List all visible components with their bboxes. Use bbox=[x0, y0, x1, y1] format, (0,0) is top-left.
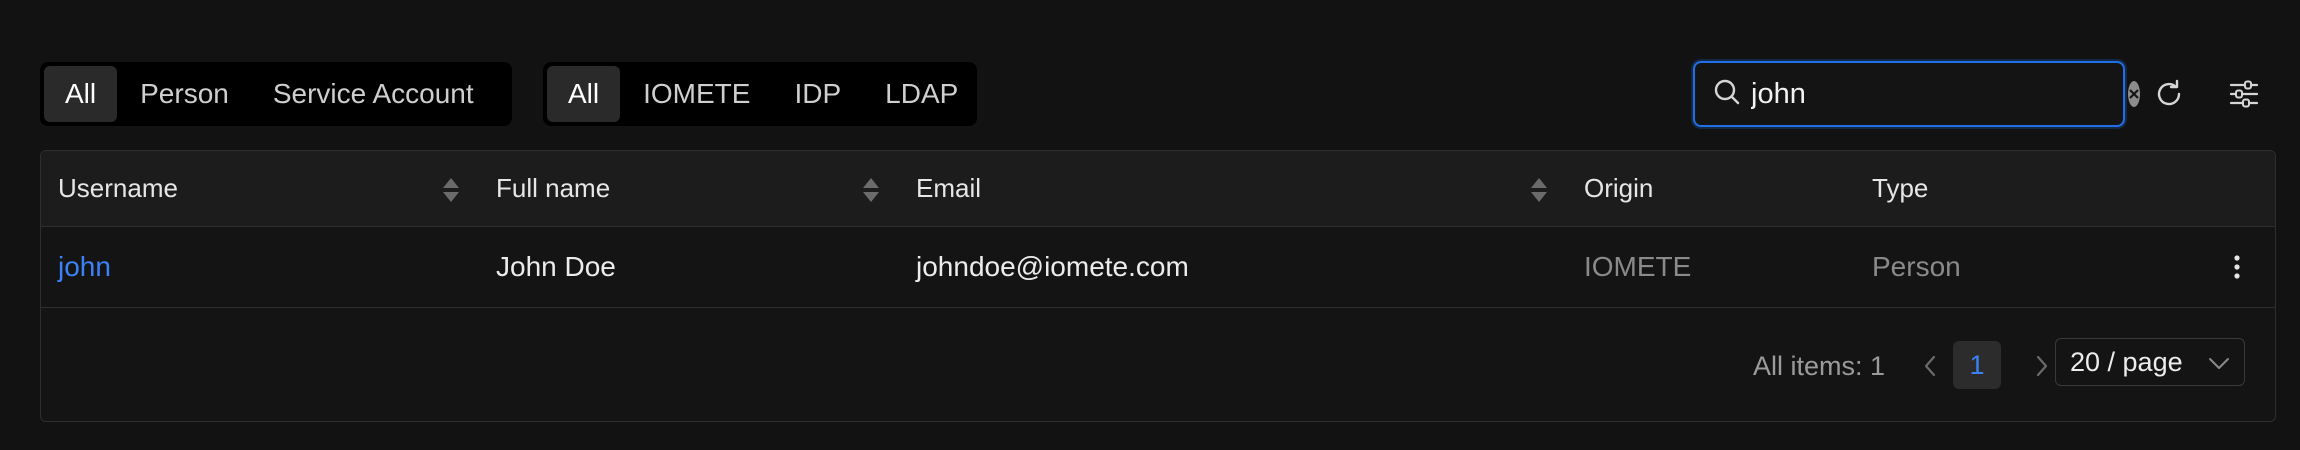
column-header-origin: Origin bbox=[1584, 173, 1654, 203]
total-items-label: All items: 1 bbox=[1753, 350, 1886, 381]
search-icon bbox=[1713, 78, 1741, 111]
type-filter-all[interactable]: All bbox=[44, 66, 118, 122]
search-input[interactable] bbox=[1751, 77, 2128, 111]
table-row: john John Doe johndoe@iomete.com IOMETE … bbox=[41, 227, 2275, 308]
origin-filter: All IOMETE IDP LDAP bbox=[543, 62, 977, 126]
page-number-button[interactable]: 1 bbox=[1953, 341, 2001, 389]
users-table: Username Full name Email Origin Type joh… bbox=[40, 150, 2276, 422]
type-filter-service-account[interactable]: Service Account bbox=[252, 66, 495, 122]
type-filter-person[interactable]: Person bbox=[119, 66, 250, 122]
full-name-cell: John Doe bbox=[496, 251, 616, 282]
origin-cell: IOMETE bbox=[1584, 251, 1692, 282]
sort-username-icon[interactable] bbox=[441, 176, 461, 204]
chevron-down-icon bbox=[2208, 347, 2230, 378]
column-header-email[interactable]: Email bbox=[916, 151, 981, 226]
page-size-value: 20 / page bbox=[2070, 346, 2183, 377]
type-cell: Person bbox=[1872, 251, 1961, 282]
clear-icon[interactable] bbox=[2128, 81, 2140, 107]
user-type-filter: All Person Service Account bbox=[40, 62, 512, 126]
search-box[interactable] bbox=[1693, 61, 2140, 127]
username-link[interactable]: john bbox=[58, 227, 111, 307]
sort-email-icon[interactable] bbox=[1529, 176, 1549, 204]
next-page-icon[interactable] bbox=[2025, 348, 2059, 384]
column-header-full-name[interactable]: Full name bbox=[496, 151, 610, 226]
table-header: Username Full name Email Origin Type bbox=[41, 151, 2275, 227]
pagination: All items: 1 1 20 / page bbox=[41, 338, 2275, 391]
origin-filter-ldap[interactable]: LDAP bbox=[864, 66, 979, 122]
column-settings-icon[interactable] bbox=[2222, 72, 2266, 116]
page-size-select[interactable]: 20 / page bbox=[2055, 338, 2245, 386]
origin-filter-iomete[interactable]: IOMETE bbox=[622, 66, 771, 122]
sort-full-name-icon[interactable] bbox=[861, 176, 881, 204]
origin-filter-all[interactable]: All bbox=[547, 66, 621, 122]
column-header-type: Type bbox=[1872, 173, 1929, 203]
prev-page-icon[interactable] bbox=[1913, 348, 1947, 384]
origin-filter-idp[interactable]: IDP bbox=[773, 66, 862, 122]
refresh-icon[interactable] bbox=[2147, 72, 2191, 116]
row-actions-icon[interactable] bbox=[2217, 227, 2257, 307]
column-header-username[interactable]: Username bbox=[58, 151, 178, 226]
email-cell: johndoe@iomete.com bbox=[916, 251, 1189, 282]
